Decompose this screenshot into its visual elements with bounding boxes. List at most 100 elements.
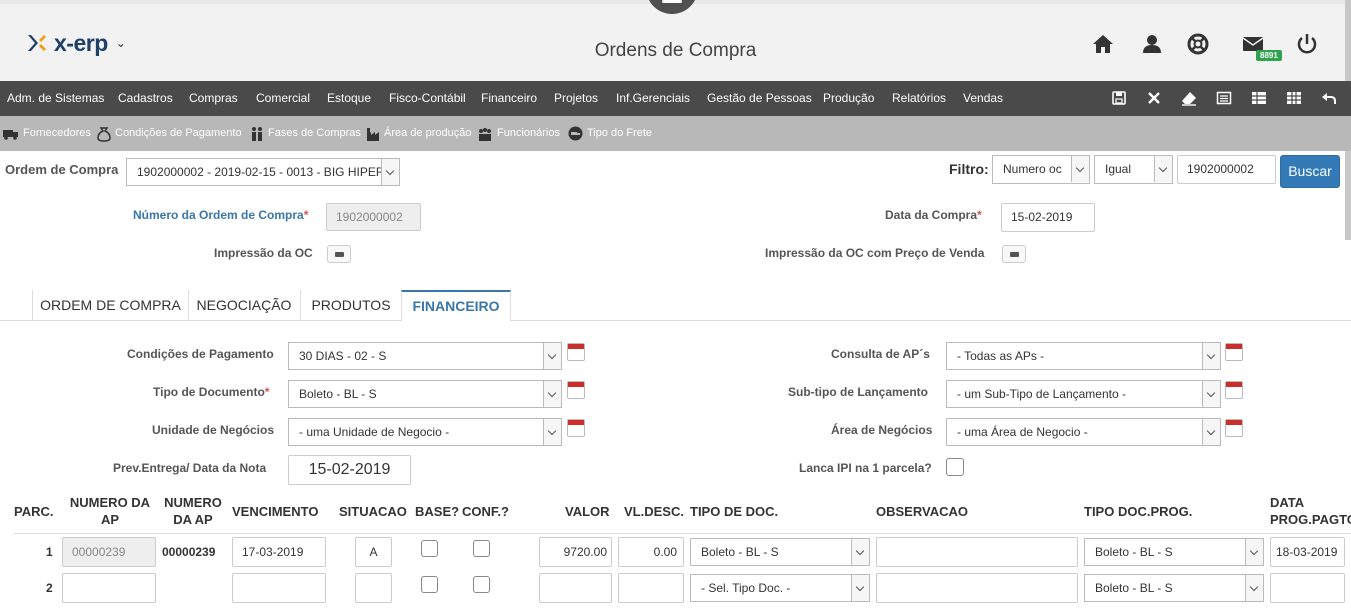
base-checkbox[interactable] (421, 540, 438, 557)
observacao-input[interactable] (876, 573, 1078, 603)
filtro-field-select[interactable]: Numero oc (992, 155, 1090, 184)
observacao-input[interactable] (876, 537, 1078, 567)
calendar-icon[interactable] (567, 419, 585, 437)
situacao-input[interactable] (355, 573, 392, 603)
menu-financeiro[interactable]: Financeiro (481, 81, 537, 116)
people-icon (252, 126, 262, 141)
tab-produtos[interactable]: PRODUTOS (301, 290, 402, 320)
tipo-documento-value: Boleto - BL - S (299, 387, 377, 401)
factory-icon (367, 127, 379, 141)
print-oc-preco-button[interactable] (1002, 245, 1026, 263)
undo-icon[interactable] (1321, 90, 1337, 106)
menu-adm-sistemas[interactable]: Adm. de Sistemas (7, 81, 104, 116)
tipo-doc-select[interactable]: - Sel. Tipo Doc. - (690, 574, 870, 602)
chevron-down-icon (543, 419, 561, 445)
filtro-operator-value: Igual (1105, 162, 1132, 176)
unidade-negocios-label: Unidade de Negócios (152, 423, 275, 437)
power-icon[interactable] (1296, 33, 1318, 55)
data-prog-input[interactable] (1270, 573, 1345, 603)
col-valor: VALOR (565, 504, 610, 519)
tipo-doc-select[interactable]: Boleto - BL - S (690, 538, 870, 566)
menu-fisco-contabil[interactable]: Fisco-Contábil (389, 81, 466, 116)
grid-icon[interactable] (1251, 90, 1267, 106)
buscar-button[interactable]: Buscar (1280, 155, 1340, 188)
tab-negociacao[interactable]: NEGOCIAÇÃO (188, 290, 301, 320)
data-prog-input[interactable]: 18-03-2019 (1270, 537, 1345, 567)
table-icon[interactable] (1286, 90, 1302, 106)
chevron-down-icon (381, 159, 399, 185)
notification-badge: 8891 (1256, 50, 1282, 61)
menu-vendas[interactable]: Vendas (963, 81, 1003, 116)
menu-producao[interactable]: Produção (823, 81, 874, 116)
vencimento-input[interactable]: 17-03-2019 (232, 537, 326, 567)
tipo-documento-label-text: Tipo de Documento (153, 385, 265, 399)
base-checkbox[interactable] (421, 576, 438, 593)
shortcut-fornecedores[interactable]: Fornecedores (3, 116, 91, 151)
home-icon[interactable] (1092, 33, 1114, 55)
prev-entrega-input[interactable]: 15-02-2019 (288, 455, 411, 485)
vl-desc-input[interactable]: 0.00 (618, 537, 684, 567)
menu-compras[interactable]: Compras (189, 81, 238, 116)
tipo-documento-label: Tipo de Documento* (153, 385, 269, 399)
subtipo-lancamento-select[interactable]: - um Sub-Tipo de Lançamento - (946, 380, 1221, 408)
shortcut-funcionarios[interactable]: Funcionários (477, 116, 560, 151)
tab-ordem-compra[interactable]: ORDEM DE COMPRA (32, 290, 189, 320)
impressao-oc-preco-label: Impressão da OC com Preço de Venda (765, 246, 985, 260)
user-icon[interactable] (1141, 33, 1163, 55)
vl-desc-input[interactable] (618, 573, 684, 603)
calendar-icon[interactable] (1225, 343, 1243, 361)
filtro-operator-select[interactable]: Igual (1094, 155, 1173, 184)
filtro-value-input[interactable]: 1902000002 (1177, 155, 1276, 184)
area-negocios-label: Área de Negócios (831, 423, 933, 437)
col-data-line2: PROG.PAGTO (1270, 512, 1351, 527)
menu-cadastros[interactable]: Cadastros (118, 81, 173, 116)
list-icon[interactable] (1216, 90, 1232, 106)
calendar-icon[interactable] (567, 381, 585, 399)
valor-input[interactable] (539, 573, 612, 603)
save-icon[interactable] (1111, 90, 1127, 106)
menu-comercial[interactable]: Comercial (256, 81, 310, 116)
lanca-ipi-label: Lanca IPI na 1 parcela? (799, 461, 932, 475)
calendar-icon[interactable] (1225, 419, 1243, 437)
tipo-doc-prog-select[interactable]: Boleto - BL - S (1084, 574, 1264, 602)
chevron-down-icon (851, 575, 869, 601)
numero-ap-input[interactable] (62, 573, 156, 603)
unidade-negocios-select[interactable]: - uma Unidade de Negocio - (288, 418, 562, 446)
lifebuoy-icon[interactable] (1187, 33, 1209, 55)
shortcut-condicoes-pagamento[interactable]: Condições de Pagamento (97, 116, 242, 151)
numero-oc-input: 1902000002 (326, 203, 421, 231)
col-vl-desc: VL.DESC. (624, 504, 684, 519)
menu-estoque[interactable]: Estoque (327, 81, 371, 116)
col-situacao: SITUACAO (339, 504, 407, 519)
consulta-aps-select[interactable]: - Todas as APs - (946, 342, 1221, 370)
menu-inf-gerenciais[interactable]: Inf.Gerenciais (616, 81, 690, 116)
calendar-icon[interactable] (1225, 381, 1243, 399)
menu-gestao-pessoas[interactable]: Gestão de Pessoas (707, 81, 812, 116)
condicoes-pagamento-select[interactable]: 30 DIAS - 02 - S (288, 342, 562, 370)
tipo-documento-select[interactable]: Boleto - BL - S (288, 380, 562, 408)
chevron-down-icon (1245, 539, 1263, 565)
lanca-ipi-checkbox[interactable] (946, 458, 964, 476)
chevron-down-icon (1154, 156, 1172, 182)
situacao-input[interactable]: A (355, 537, 392, 567)
menu-relatorios[interactable]: Relatórios (892, 81, 946, 116)
conf-checkbox[interactable] (473, 576, 490, 593)
valor-input[interactable]: 9720.00 (539, 537, 612, 567)
tab-financeiro[interactable]: FINANCEIRO (401, 290, 511, 321)
menu-projetos[interactable]: Projetos (554, 81, 598, 116)
shortcut-tipo-frete[interactable]: Tipo do Frete (568, 116, 652, 151)
subtipo-lancamento-label: Sub-tipo de Lançamento (788, 385, 929, 399)
shortcut-area-producao[interactable]: Área de produção (366, 116, 471, 151)
tipo-doc-prog-select[interactable]: Boleto - BL - S (1084, 538, 1264, 566)
shortcut-fases-compras[interactable]: Fases de Compras (250, 116, 361, 151)
ordem-select[interactable]: 1902000002 - 2019-02-15 - 0013 - BIG HIP… (126, 158, 400, 186)
calendar-icon[interactable] (567, 343, 585, 361)
close-icon[interactable] (1146, 90, 1162, 106)
vencimento-input[interactable] (232, 573, 326, 603)
shortcut-label: Fases de Compras (268, 127, 361, 139)
conf-checkbox[interactable] (473, 540, 490, 557)
eraser-icon[interactable] (1181, 90, 1197, 106)
data-compra-input[interactable]: 15-02-2019 (1001, 203, 1095, 232)
print-oc-button[interactable] (327, 245, 351, 263)
area-negocios-select[interactable]: - uma Área de Negocio - (946, 418, 1221, 446)
